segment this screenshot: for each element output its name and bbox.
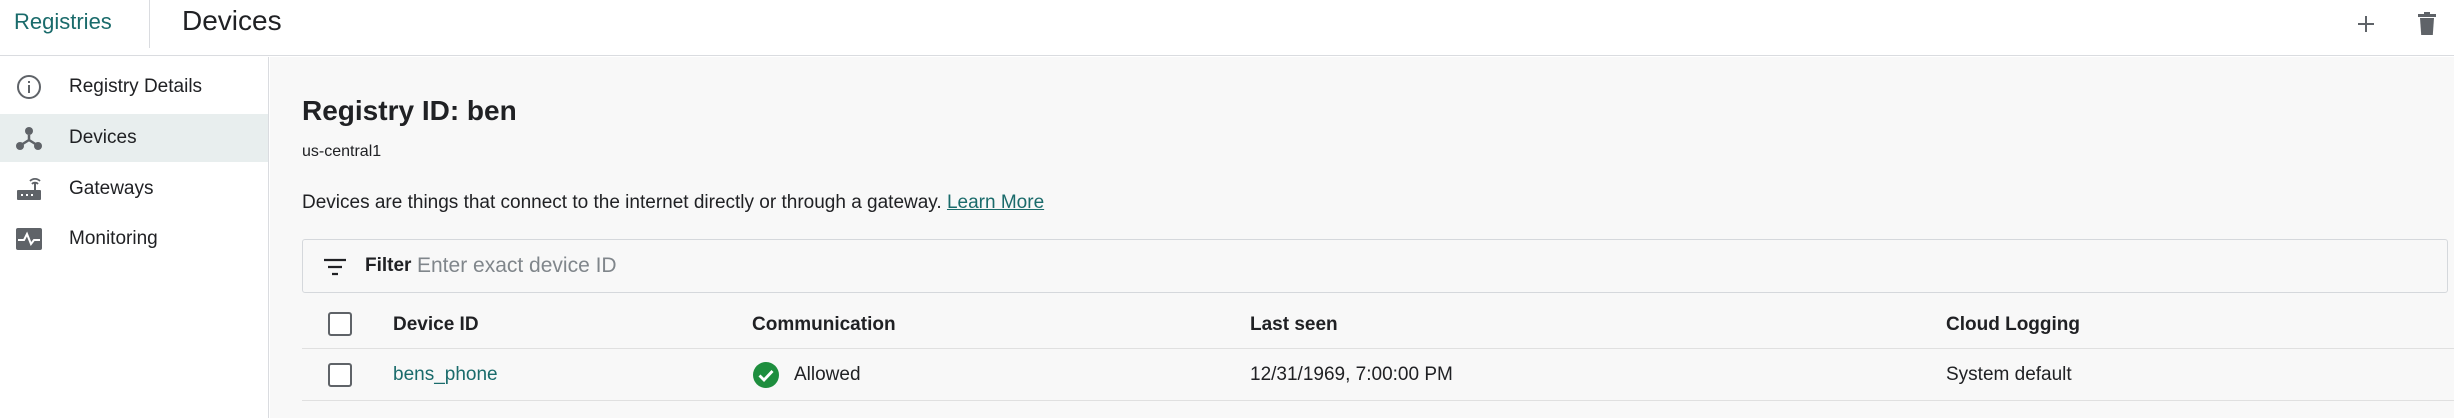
column-header-cloud-logging[interactable]: Cloud Logging [1946, 314, 2080, 336]
sidebar-item-label: Registry Details [69, 76, 203, 97]
devices-table-header: Device ID Communication Last seen Cloud … [302, 299, 2454, 349]
registry-title: Registry ID: ben [302, 95, 517, 126]
last-seen-value: 12/31/1969, 7:00:00 PM [1250, 364, 1453, 385]
sidebar: Registry Details Devices Gateways Monito… [0, 57, 269, 418]
registry-region: us-central1 [302, 143, 382, 160]
delete-device-button[interactable] [2411, 8, 2443, 40]
sidebar-item-label: Devices [69, 127, 137, 148]
learn-more-link[interactable]: Learn More [947, 192, 1044, 213]
check-circle-icon [753, 362, 779, 388]
device-id-filter-input[interactable] [417, 249, 2317, 283]
sidebar-item-monitoring[interactable]: Monitoring [0, 215, 268, 263]
monitoring-icon [14, 227, 44, 251]
sidebar-item-label: Monitoring [69, 228, 158, 249]
sidebar-item-registry-details[interactable]: Registry Details [0, 63, 268, 111]
sidebar-item-gateways[interactable]: Gateways [0, 165, 268, 213]
top-bar: Registries Devices [0, 0, 2454, 56]
router-icon [14, 177, 44, 201]
description-text: Devices are things that connect to the i… [302, 192, 942, 213]
main-content: Registry ID: ben us-central1 Devices are… [270, 57, 2454, 418]
select-all-checkbox[interactable] [328, 312, 352, 336]
table-row: bens_phone Allowed 12/31/1969, 7:00:00 P… [302, 349, 2454, 401]
communication-status: Allowed [794, 364, 861, 385]
column-header-device-id[interactable]: Device ID [393, 314, 479, 336]
breadcrumb-divider [149, 0, 150, 48]
device-hub-icon [14, 126, 44, 150]
cloud-logging-value: System default [1946, 364, 2072, 385]
add-device-button[interactable] [2350, 8, 2382, 40]
trash-icon [2418, 12, 2436, 35]
filter-bar: Filter [302, 239, 2448, 293]
breadcrumb-registries[interactable]: Registries [14, 9, 112, 35]
column-header-last-seen[interactable]: Last seen [1250, 314, 1338, 336]
info-icon [14, 75, 44, 99]
filter-icon[interactable] [323, 255, 347, 279]
device-id-link[interactable]: bens_phone [393, 364, 498, 386]
devices-description: Devices are things that connect to the i… [302, 192, 1044, 214]
sidebar-item-label: Gateways [69, 178, 154, 199]
column-header-communication[interactable]: Communication [752, 314, 896, 336]
filter-label: Filter [365, 255, 412, 276]
row-checkbox[interactable] [328, 363, 352, 387]
plus-icon [2358, 16, 2374, 32]
sidebar-item-devices[interactable]: Devices [0, 114, 268, 162]
page-title: Devices [182, 5, 282, 36]
